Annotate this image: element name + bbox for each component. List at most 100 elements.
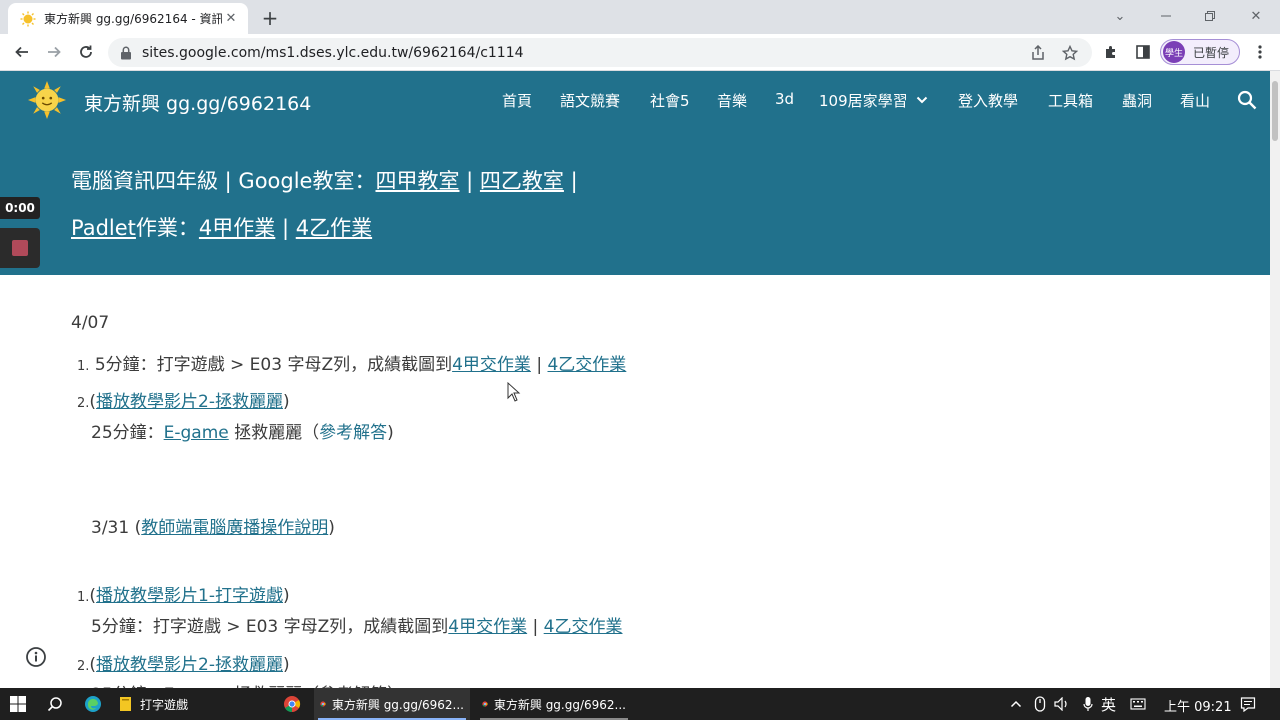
link-video-1-typing[interactable]: 播放教學影片1-打字遊戲 [96,586,283,606]
tab-search-chevron-icon[interactable]: ⌄ [1108,4,1132,28]
list-item: 1.(播放教學影片1-打字遊戲) [77,581,290,606]
page-scrollbar[interactable] [1270,71,1280,688]
side-panel-icon[interactable] [1129,38,1157,66]
sun-logo-icon[interactable] [28,81,66,119]
notification-icon[interactable] [1236,692,1260,716]
profile-status: 已暫停 [1193,45,1230,60]
list-item: 2.(播放教學影片2-拯救麗麗) [77,650,290,675]
link-4jia-classroom[interactable]: 四甲教室 [375,169,459,193]
nav-mountain[interactable]: 看山 [1180,90,1210,111]
link-video-2-rescue[interactable]: 播放教學影片2-拯救麗麗 [96,655,283,675]
new-tab-icon[interactable]: + [258,6,282,30]
browser-toolbar: sites.google.com/ms1.dses.ylc.edu.tw/696… [0,34,1280,71]
microphone-icon[interactable] [1076,692,1100,716]
profile-avatar: 學生 [1163,41,1185,63]
share-icon[interactable] [1026,41,1050,65]
date-heading-0331: 3/31 (教師端電腦廣播操作說明) [91,513,335,538]
stop-icon [12,240,28,256]
tray-chevron-up-icon[interactable] [1004,692,1028,716]
nav-3d[interactable]: 3d [775,90,794,108]
link-answer[interactable]: 參考解答 [319,423,387,443]
taskbar-app-label: 打字遊戲 [140,697,189,712]
tab-title: 東方新興 gg.gg/6962164 - 資訊 [44,12,222,26]
back-icon[interactable] [8,38,36,66]
taskbar-app-typing-game[interactable]: 打字遊戲 [112,688,194,720]
item-detail: 5分鐘：打字遊戲 > E03 字母Z列，成績截圖到4甲交作業 | 4乙交作業 [91,612,623,637]
link-4jia-submit[interactable]: 4甲交作業 [448,617,527,637]
item-sep: | [527,617,544,637]
nav-music[interactable]: 音樂 [717,90,747,111]
nav-login-tutorial[interactable]: 登入教學 [958,90,1018,111]
link-4yi-submit[interactable]: 4乙交作業 [544,617,623,637]
chrome-taskbar-icon[interactable] [280,692,304,716]
item-detail-partial: 25分鐘：E-game 拯救麗麗（參考解答） [91,680,404,688]
restore-icon[interactable] [1198,4,1222,28]
profile-button[interactable]: 學生 已暫停 [1160,39,1240,65]
lock-icon [121,46,131,59]
item-text: 5分鐘：打字遊戲 > E03 字母Z列，成績截圖到 [91,617,449,637]
item-text: 拯救麗麗（ [228,423,320,443]
paren: ) [283,392,290,412]
chrome-icon [320,701,326,707]
url-text: sites.google.com/ms1.dses.ylc.edu.tw/696… [142,44,524,61]
link-teacher-broadcast[interactable]: 教師端電腦廣播操作說明 [141,518,328,538]
hero-hw-label: 作業： [135,216,199,240]
reload-icon[interactable] [72,38,100,66]
minimize-icon[interactable] [1154,4,1178,28]
edge-browser-icon[interactable] [81,692,105,716]
ime-indicator[interactable]: 英 [1101,694,1116,715]
link-4yi-homework[interactable]: 4乙作業 [296,216,372,240]
system-clock[interactable]: 上午 09:21 [1164,696,1232,715]
browser-tab-active[interactable]: 東方新興 gg.gg/6962164 - 資訊 ✕ [8,3,248,34]
nav-social5[interactable]: 社會5 [650,90,690,111]
item-sep: | [530,355,548,375]
item-text: 5分鐘：打字遊戲 > E03 字母Z列，成績截圖到 [94,355,453,375]
link-video-2-rescue[interactable]: 播放教學影片2-拯救麗麗 [96,392,283,412]
nav-home[interactable]: 首頁 [502,90,532,111]
link-4yi-classroom[interactable]: 四乙教室 [480,169,564,193]
keyboard-icon[interactable] [1126,692,1150,716]
chrome-menu-icon[interactable] [1246,38,1274,66]
list-item: 2.(播放教學影片2-拯救麗麗) [77,387,290,412]
extensions-puzzle-icon[interactable] [1097,38,1125,66]
link-4yi-submit[interactable]: 4乙交作業 [547,355,626,375]
taskbar-app-chrome-window-2[interactable]: 東方新興 gg.gg/6962... [476,688,632,720]
mouse-status-icon[interactable] [1028,692,1052,716]
site-header-banner: 東方新興 gg.gg/6962164 首頁 語文競賽 社會5 音樂 3d 109… [0,71,1270,275]
hero-line-2: Padlet作業：4甲作業 | 4乙作業 [71,212,372,242]
stop-recording-button[interactable] [0,228,40,268]
chevron-down-icon [917,96,928,104]
link-padlet[interactable]: Padlet [71,216,136,240]
list-number: 2. [77,659,90,674]
windows-start-icon[interactable] [6,692,30,716]
scrollbar-thumb[interactable] [1272,81,1278,141]
item-detail: 25分鐘：E-game 拯救麗麗（參考解答) [91,418,394,443]
link-egame[interactable]: E-game [164,423,229,443]
tab-close-icon[interactable]: ✕ [222,10,240,28]
nav-wormhole[interactable]: 蟲洞 [1122,90,1152,111]
taskbar-search-icon[interactable] [43,692,67,716]
date-text: 3/31 [91,518,130,538]
item-text: 25分鐘： [91,423,164,443]
nav-home-learning[interactable]: 109居家學習 [819,90,928,111]
link-4jia-homework[interactable]: 4甲作業 [199,216,275,240]
paren: ) [283,586,290,606]
info-icon[interactable] [25,646,47,668]
sun-favicon-icon [20,11,36,26]
chrome-icon [482,701,488,707]
close-window-icon[interactable]: ✕ [1244,4,1268,28]
taskbar-app-chrome-window-1[interactable]: 東方新興 gg.gg/6962... [314,688,470,720]
link-4jia-submit[interactable]: 4甲交作業 [452,355,531,375]
paren: ) [328,518,335,538]
mouse-cursor-icon [507,382,521,402]
search-icon[interactable] [1236,89,1258,111]
address-bar[interactable]: sites.google.com/ms1.dses.ylc.edu.tw/696… [108,38,1092,67]
paren: ) [387,423,394,443]
speaker-icon[interactable] [1050,692,1074,716]
site-title[interactable]: 東方新興 gg.gg/6962164 [84,89,311,116]
forward-icon[interactable] [40,38,68,66]
site-navbar: 東方新興 gg.gg/6962164 首頁 語文競賽 社會5 音樂 3d 109… [0,71,1270,129]
nav-toolbox[interactable]: 工具箱 [1048,90,1093,111]
bookmark-star-icon[interactable] [1058,41,1082,65]
nav-language-contest[interactable]: 語文競賽 [560,90,620,111]
